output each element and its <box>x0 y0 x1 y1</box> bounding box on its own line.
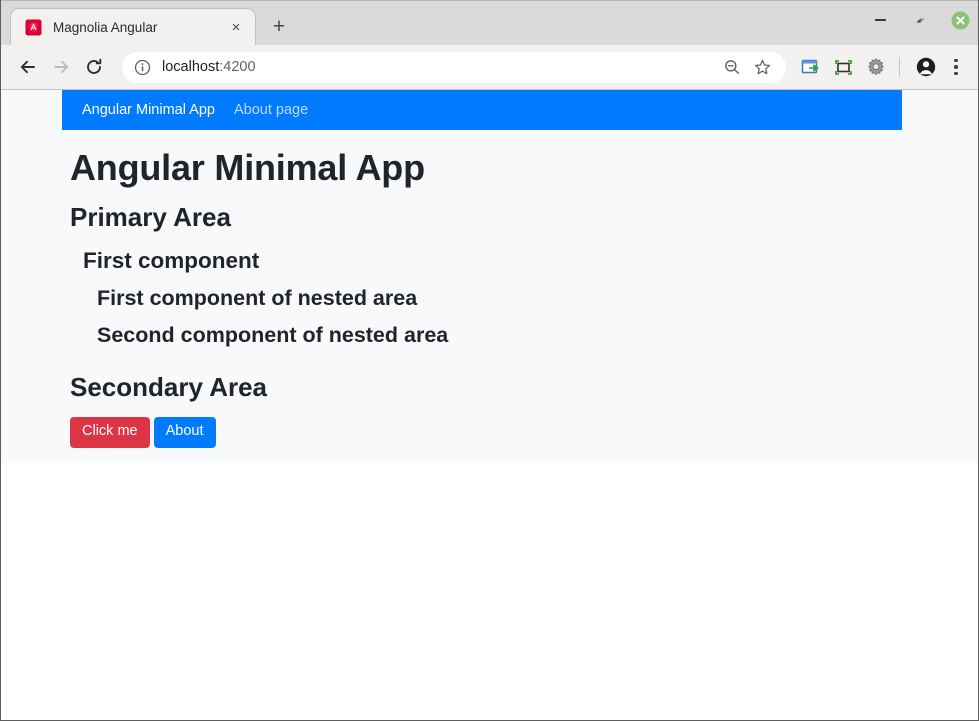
gear-icon[interactable] <box>861 52 891 82</box>
page-viewport: Angular Minimal App About page Angular M… <box>1 89 978 720</box>
star-icon[interactable] <box>748 53 776 81</box>
send-to-window-icon[interactable] <box>795 52 825 82</box>
three-dot-menu-icon[interactable] <box>943 52 969 82</box>
tab-strip: Magnolia Angular × + <box>1 0 978 45</box>
url-port: :4200 <box>219 59 256 75</box>
angular-logo-icon <box>25 19 42 36</box>
app-navbar: Angular Minimal App About page <box>62 90 902 130</box>
url-text[interactable]: localhost:4200 <box>162 59 718 75</box>
tab-title: Magnolia Angular <box>53 19 158 35</box>
browser-toolbar: localhost:4200 <box>1 45 978 89</box>
menu-dot <box>954 71 958 76</box>
primary-area-heading: Primary Area <box>70 202 231 233</box>
profile-avatar-icon[interactable] <box>911 52 941 82</box>
window-controls <box>870 10 970 30</box>
new-tab-button[interactable]: + <box>260 9 298 43</box>
secondary-area-heading: Secondary Area <box>70 372 268 403</box>
minimize-icon[interactable] <box>870 10 890 30</box>
menu-dot <box>954 58 958 63</box>
capture-region-icon[interactable] <box>828 52 858 82</box>
navbar-brand-link[interactable]: Angular Minimal App <box>82 102 215 118</box>
menu-dot <box>954 65 958 69</box>
first-component-heading: First component <box>83 247 260 273</box>
restore-icon[interactable] <box>910 10 930 30</box>
click-me-button[interactable]: Click me <box>70 417 150 449</box>
toolbar-divider <box>899 57 900 77</box>
close-icon[interactable] <box>950 10 970 30</box>
zoom-out-icon[interactable] <box>718 53 746 81</box>
tab-close-icon[interactable]: × <box>225 16 247 38</box>
browser-window: Magnolia Angular × + localhost:4200 Angu… <box>0 0 979 721</box>
omnibox-actions <box>718 53 778 81</box>
button-row: Click me About <box>70 417 902 449</box>
back-arrow-icon[interactable] <box>13 52 43 82</box>
navbar-about-link[interactable]: About page <box>234 102 308 118</box>
forward-arrow-icon <box>46 52 76 82</box>
page-title: Angular Minimal App <box>70 147 425 188</box>
reload-icon[interactable] <box>79 52 109 82</box>
app-body: Angular Minimal App Primary Area First c… <box>62 147 902 449</box>
address-bar[interactable]: localhost:4200 <box>122 51 786 83</box>
nested-component-heading: Second component of nested area <box>97 323 449 348</box>
page-content: Angular Minimal App About page Angular M… <box>62 90 902 449</box>
about-button[interactable]: About <box>153 417 216 449</box>
nested-component-heading: First component of nested area <box>97 285 418 310</box>
info-circle-icon[interactable] <box>134 59 151 76</box>
browser-tab[interactable]: Magnolia Angular × <box>10 8 256 45</box>
url-host: localhost <box>162 59 220 75</box>
